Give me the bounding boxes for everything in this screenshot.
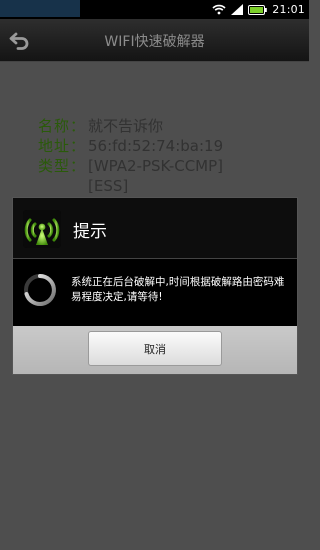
name-label: 名称： bbox=[38, 117, 87, 135]
signal-icon bbox=[231, 4, 244, 15]
battery-icon bbox=[248, 4, 268, 15]
address-label: 地址： bbox=[38, 137, 87, 155]
network-info: 名称： 就不告诉你 地址： 56:fd:52:74:ba:19 类型： [WPA… bbox=[38, 116, 238, 196]
clock: 21:01 bbox=[272, 3, 305, 16]
name-value: 就不告诉你 bbox=[88, 117, 164, 135]
type-value: [WPA2-PSK-CCMP][ESS] bbox=[88, 157, 224, 195]
dialog-header: 提示 bbox=[13, 198, 297, 258]
dialog-title: 提示 bbox=[73, 222, 107, 242]
wifi-icon bbox=[212, 4, 226, 15]
address-value: 56:fd:52:74:ba:19 bbox=[88, 137, 224, 155]
notification-area bbox=[0, 0, 80, 17]
status-icons: 21:01 bbox=[212, 2, 305, 17]
status-bar: 21:01 bbox=[0, 0, 309, 19]
title-bar: WIFI快速破解器 bbox=[0, 19, 309, 62]
wifi-antenna-icon bbox=[23, 210, 61, 248]
type-label: 类型： bbox=[38, 157, 87, 175]
dialog-message: 系统正在后台破解中,时间根据破解路由密码难易程度决定,请等待! bbox=[71, 276, 285, 303]
info-row-type: 类型： [WPA2-PSK-CCMP][ESS] bbox=[38, 156, 238, 196]
dialog-footer: 取消 bbox=[13, 326, 297, 374]
loading-spinner-icon bbox=[24, 274, 56, 306]
progress-dialog: 提示 系统正在后台破解中,时间根据破解路由密码难易程度决定,请等待! 取消 bbox=[12, 197, 298, 375]
info-row-address: 地址： 56:fd:52:74:ba:19 bbox=[38, 136, 238, 156]
page-title: WIFI快速破解器 bbox=[104, 34, 205, 50]
info-row-name: 名称： 就不告诉你 bbox=[38, 116, 238, 136]
dialog-body: 系统正在后台破解中,时间根据破解路由密码难易程度决定,请等待! bbox=[13, 259, 297, 326]
cancel-button[interactable]: 取消 bbox=[88, 331, 222, 366]
